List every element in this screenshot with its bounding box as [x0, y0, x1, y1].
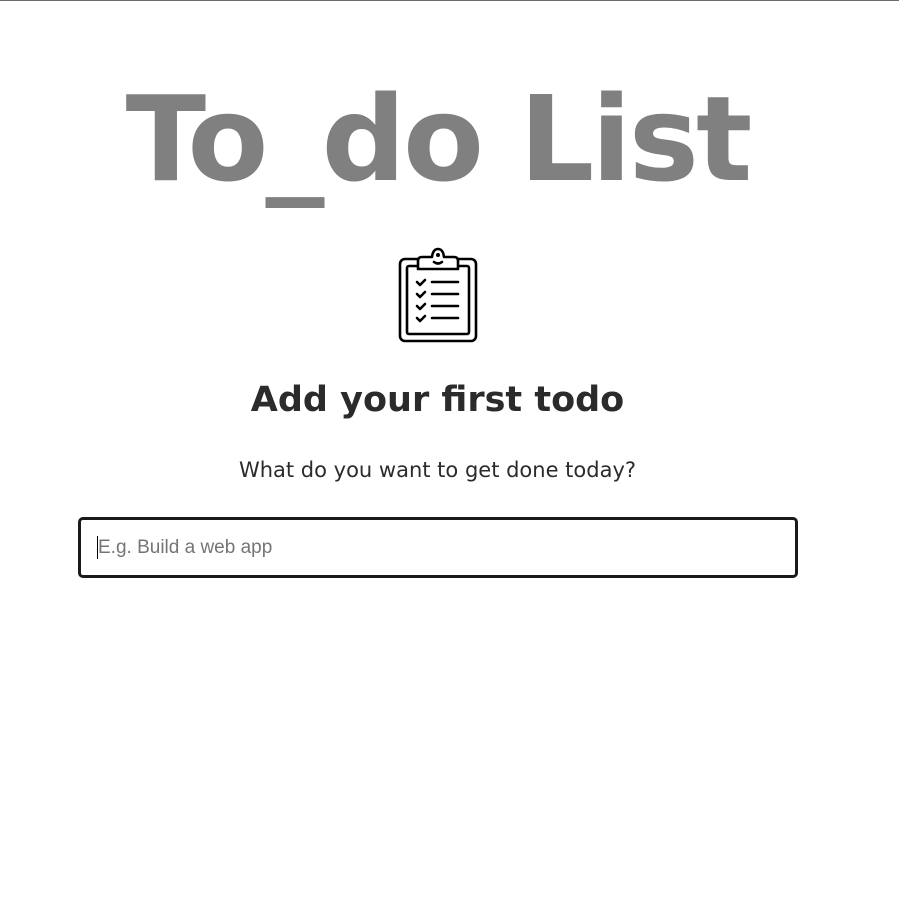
- page-title: To_do List: [125, 70, 753, 208]
- clipboard-checklist-icon: [398, 245, 478, 343]
- text-cursor: [97, 536, 98, 559]
- todo-app: To_do List Add your first todo What do y…: [0, 0, 899, 899]
- empty-state-subheading: What do you want to get done today?: [238, 458, 637, 482]
- empty-state-heading: Add your first todo: [250, 380, 625, 420]
- todo-input[interactable]: [78, 517, 798, 578]
